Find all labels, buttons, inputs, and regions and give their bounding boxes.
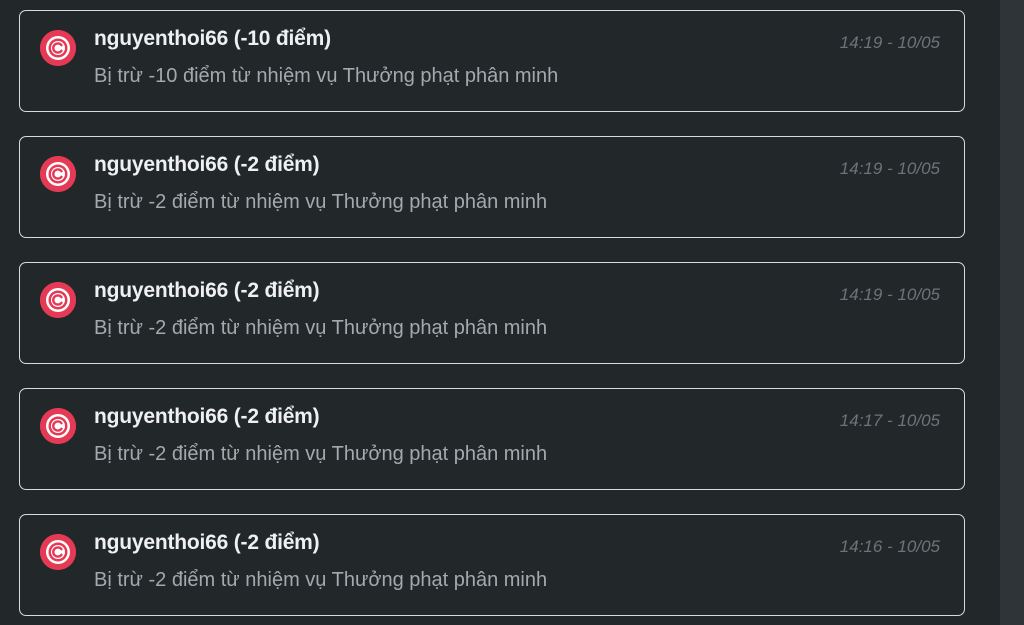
red-target-c-logo-icon <box>40 282 76 318</box>
notification-title: nguyenthoi66 (-2 điểm) <box>94 279 320 302</box>
notification-card[interactable]: nguyenthoi66 (-2 điểm) Bị trừ -2 điểm từ… <box>19 262 965 364</box>
notification-description: Bị trừ -2 điểm từ nhiệm vụ Thưởng phạt p… <box>94 317 548 339</box>
notification-card[interactable]: nguyenthoi66 (-2 điểm) Bị trừ -2 điểm từ… <box>19 388 965 490</box>
notification-timestamp: 14:19 - 10/05 <box>839 159 940 178</box>
notification-description: Bị trừ -2 điểm từ nhiệm vụ Thưởng phạt p… <box>94 443 548 465</box>
notification-card[interactable]: nguyenthoi66 (-10 điểm) Bị trừ -10 điểm … <box>19 10 965 112</box>
notification-description: Bị trừ -2 điểm từ nhiệm vụ Thưởng phạt p… <box>94 191 548 213</box>
notification-timestamp: 14:19 - 10/05 <box>839 285 940 304</box>
notification-title: nguyenthoi66 (-2 điểm) <box>94 153 320 176</box>
notification-card[interactable]: nguyenthoi66 (-2 điểm) Bị trừ -2 điểm từ… <box>19 514 965 616</box>
notification-timestamp: 14:17 - 10/05 <box>839 411 940 430</box>
red-target-c-logo-icon <box>40 156 76 192</box>
scrollbar-track[interactable] <box>1000 0 1024 625</box>
notification-description: Bị trừ -2 điểm từ nhiệm vụ Thưởng phạt p… <box>94 569 548 591</box>
notification-card[interactable]: nguyenthoi66 (-2 điểm) Bị trừ -2 điểm từ… <box>19 136 965 238</box>
notification-title: nguyenthoi66 (-10 điểm) <box>94 27 331 50</box>
notification-timestamp: 14:19 - 10/05 <box>839 33 940 52</box>
red-target-c-logo-icon <box>40 408 76 444</box>
notification-list: nguyenthoi66 (-10 điểm) Bị trừ -10 điểm … <box>19 10 965 625</box>
avatar <box>40 534 76 570</box>
avatar <box>40 282 76 318</box>
notification-timestamp: 14:16 - 10/05 <box>839 537 940 556</box>
notification-title: nguyenthoi66 (-2 điểm) <box>94 405 320 428</box>
notification-title: nguyenthoi66 (-2 điểm) <box>94 531 320 554</box>
red-target-c-logo-icon <box>40 30 76 66</box>
avatar <box>40 408 76 444</box>
notification-description: Bị trừ -10 điểm từ nhiệm vụ Thưởng phạt … <box>94 65 559 87</box>
notification-panel: nguyenthoi66 (-10 điểm) Bị trừ -10 điểm … <box>0 0 1024 625</box>
avatar <box>40 156 76 192</box>
red-target-c-logo-icon <box>40 534 76 570</box>
avatar <box>40 30 76 66</box>
